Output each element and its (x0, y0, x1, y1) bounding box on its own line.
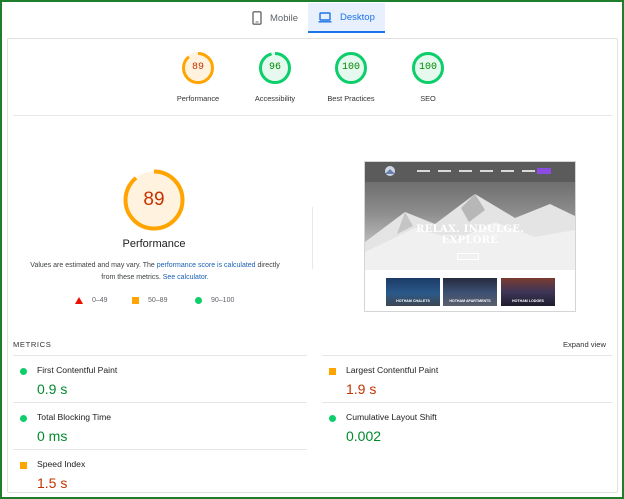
gauge-ring: 100 (334, 51, 368, 85)
screenshot-tile: HOTHAM APARTMENTS (443, 278, 497, 306)
metric-speed-index: Speed Index 1.5 s (13, 457, 293, 499)
legend-average: 50–89 (132, 297, 167, 304)
metric-cumulative-layout-shift: Cumulative Layout Shift 0.002 (322, 410, 602, 454)
metric-divider (322, 402, 612, 403)
metric-first-contentful-paint: First Contentful Paint 0.9 s (13, 363, 293, 407)
gauge-ring: 96 (258, 51, 292, 85)
screenshot-logo (385, 166, 395, 176)
tab-mobile[interactable]: Mobile (244, 3, 306, 33)
metric-divider (13, 402, 307, 403)
gauge-best-practices[interactable]: 100 Best Practices (311, 51, 391, 103)
screenshot-tile: HOTHAM CHALETS (386, 278, 440, 306)
screenshot-nav-links (417, 170, 535, 172)
pass-indicator-icon (20, 368, 27, 375)
gauge-score: 100 (341, 62, 360, 73)
device-tabs: Mobile Desktop (0, 3, 624, 33)
tab-desktop-label: Desktop (340, 11, 375, 23)
metric-value: 0.002 (346, 428, 382, 444)
tab-desktop[interactable]: Desktop (308, 3, 385, 33)
legend-range: 50–89 (148, 297, 168, 304)
summary-divider (13, 115, 612, 116)
gauge-label: SEO (420, 94, 436, 103)
gauge-accessibility[interactable]: 96 Accessibility (235, 51, 315, 103)
performance-title: Performance (122, 238, 186, 250)
gauge-score: 100 (418, 62, 437, 73)
metric-name: Speed Index (37, 459, 86, 469)
gauge-ring: 89 (181, 51, 215, 85)
average-indicator-icon (329, 368, 336, 375)
report-card: 89 Performance 96 Accessibility 100 Best… (7, 38, 618, 493)
screenshot-cta (457, 253, 479, 260)
score-calculation-link[interactable]: performance score is calculated (157, 262, 256, 269)
metric-name: Total Blocking Time (37, 412, 112, 422)
gauge-score: 89 (191, 62, 204, 73)
tab-mobile-label: Mobile (270, 12, 298, 24)
screenshot-tiles: HOTHAM CHALETS HOTHAM APARTMENTS HOTHAM … (365, 270, 575, 311)
legend-fail: 0–49 (75, 297, 108, 304)
pass-indicator-icon (20, 415, 27, 422)
gauge-label: Best Practices (327, 94, 375, 103)
metric-largest-contentful-paint: Largest Contentful Paint 1.9 s (322, 363, 602, 407)
metric-value: 1.9 s (346, 381, 377, 397)
screenshot-headline: RELAX. INDULGE. EXPLORE (416, 224, 524, 246)
metric-value: 0.9 s (37, 381, 68, 397)
expand-view-toggle[interactable]: Expand view (563, 340, 606, 349)
screenshot-tile: HOTHAM LODGES (501, 278, 555, 306)
screenshot-hero: RELAX. INDULGE. EXPLORE (365, 182, 575, 270)
metrics-header: METRICS (13, 340, 52, 349)
metric-value: 0 ms (37, 428, 68, 444)
metric-value: 1.5 s (37, 475, 68, 491)
legend-range: 90–100 (211, 297, 235, 304)
phone-icon (252, 11, 262, 25)
performance-score-gauge: 89 (122, 168, 186, 232)
legend-range: 0–49 (92, 297, 108, 304)
performance-score-value: 89 (143, 189, 165, 210)
metric-divider (13, 355, 307, 356)
metric-name: Largest Contentful Paint (346, 365, 439, 375)
see-calculator-link[interactable]: See calculator. (163, 274, 209, 281)
metric-name: First Contentful Paint (37, 365, 118, 375)
average-indicator-icon (20, 462, 27, 469)
page-screenshot: RELAX. INDULGE. EXPLORE HOTHAM CHALETS H… (364, 161, 576, 312)
metric-name: Cumulative Layout Shift (346, 412, 437, 422)
screenshot-nav-bar (365, 162, 575, 182)
square-icon (132, 297, 139, 304)
gauge-score: 96 (268, 62, 281, 73)
gauge-label: Performance (176, 94, 220, 103)
section-divider (312, 207, 313, 269)
circle-icon (195, 297, 202, 304)
gauge-seo[interactable]: 100 SEO (388, 51, 468, 103)
metric-divider (322, 355, 612, 356)
legend-pass: 90–100 (195, 297, 234, 304)
gauge-label: Accessibility (254, 94, 296, 103)
gauge-ring: 100 (411, 51, 445, 85)
description-text: Values are estimated and may vary. The (30, 262, 157, 269)
screenshot-nav-button (537, 168, 551, 174)
laptop-icon (318, 11, 332, 23)
triangle-icon (75, 297, 83, 304)
metric-divider (13, 449, 307, 450)
metric-total-blocking-time: Total Blocking Time 0 ms (13, 410, 293, 454)
pass-indicator-icon (329, 415, 336, 422)
performance-description: Values are estimated and may vary. The p… (24, 260, 286, 284)
gauge-performance[interactable]: 89 Performance (158, 51, 238, 103)
